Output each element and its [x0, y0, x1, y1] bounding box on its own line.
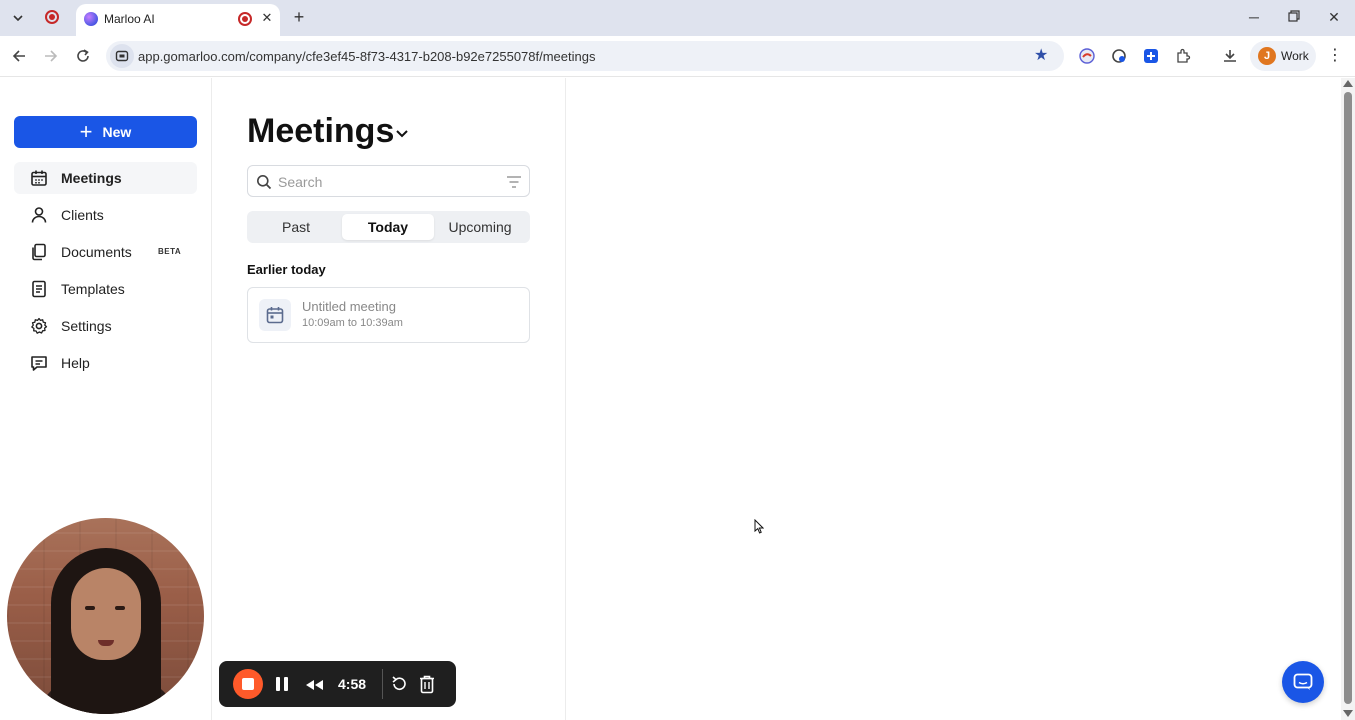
meetings-list-pane: Meetings Past Today Upcoming Earlier tod… [212, 78, 566, 720]
sidebar-item-templates[interactable]: Templates [14, 273, 197, 305]
extension-b-icon[interactable] [1109, 46, 1129, 66]
tab-recording-icon [238, 12, 252, 26]
person-icon [30, 206, 48, 224]
tab-today[interactable]: Today [342, 214, 434, 240]
sidebar-item-label: Settings [61, 318, 112, 334]
new-button-label: New [102, 124, 132, 140]
meeting-card[interactable]: Untitled meeting 10:09am to 10:39am [247, 287, 530, 343]
back-icon[interactable] [8, 45, 30, 67]
restore-icon[interactable] [1285, 8, 1303, 26]
template-icon [30, 280, 48, 298]
trash-icon[interactable] [418, 674, 436, 694]
minimize-icon[interactable]: ─ [1245, 8, 1263, 26]
plus-icon: + [79, 119, 93, 144]
downloads-icon[interactable] [1220, 46, 1240, 66]
browser-tabstrip: Marloo AI ✕ + ─ ✕ [0, 0, 1355, 36]
browser-tab[interactable]: Marloo AI ✕ [76, 4, 280, 36]
tab-title: Marloo AI [104, 12, 155, 26]
tab-search-dropdown-icon[interactable] [6, 6, 30, 30]
browser-menu-icon[interactable]: ⋮ [1327, 46, 1343, 66]
sidebar-item-documents[interactable]: Documents BETA [14, 236, 197, 268]
sidebar-item-help[interactable]: Help [14, 347, 197, 379]
sidebar-item-label: Clients [61, 207, 104, 223]
sidebar-item-label: Templates [61, 281, 125, 297]
pause-icon[interactable] [275, 676, 289, 692]
stop-icon [242, 678, 254, 690]
scroll-up-icon[interactable] [1343, 80, 1353, 87]
extension-c-icon[interactable] [1141, 46, 1161, 66]
support-chat-button[interactable] [1282, 661, 1324, 703]
extension-a-icon[interactable] [1077, 46, 1097, 66]
date-segmented-control: Past Today Upcoming [247, 211, 530, 243]
recorder-control-bar: 4:58 [219, 661, 456, 707]
profile-chip[interactable]: J Work [1250, 41, 1316, 71]
bookmark-star-icon[interactable]: ★ [1034, 45, 1048, 65]
stop-recording-button[interactable] [233, 669, 263, 699]
profile-avatar: J [1258, 47, 1276, 65]
page-scrollbar[interactable] [1341, 78, 1355, 720]
gear-icon [30, 317, 48, 335]
restart-icon[interactable] [390, 675, 408, 693]
tab-upcoming[interactable]: Upcoming [434, 214, 526, 240]
beta-badge: BETA [158, 247, 182, 256]
sidebar-item-label: Documents [61, 244, 132, 260]
chat-bubble-icon [30, 354, 48, 372]
scroll-down-icon[interactable] [1343, 710, 1353, 717]
meeting-calendar-icon [259, 299, 291, 331]
sidebar-item-label: Help [61, 355, 90, 371]
new-button[interactable]: + New [14, 116, 197, 148]
recorder-divider [382, 669, 383, 699]
recording-indicator-icon[interactable] [45, 10, 59, 24]
browser-toolbar: app.gomarloo.com/company/cfe3ef45-8f73-4… [0, 36, 1355, 77]
search-box[interactable] [247, 165, 530, 197]
close-window-icon[interactable]: ✕ [1325, 8, 1343, 26]
sidebar-item-label: Meetings [61, 170, 122, 186]
filter-icon[interactable] [506, 175, 522, 189]
url-text[interactable]: app.gomarloo.com/company/cfe3ef45-8f73-4… [138, 49, 595, 64]
page-title[interactable]: Meetings [247, 112, 394, 151]
chat-icon [1293, 673, 1313, 690]
meeting-detail-pane [566, 78, 1341, 720]
marloo-favicon-icon [84, 12, 98, 26]
documents-icon [30, 243, 48, 261]
search-icon [256, 174, 272, 190]
reload-icon[interactable] [72, 45, 94, 67]
forward-icon[interactable] [40, 45, 62, 67]
rewind-icon[interactable] [305, 678, 325, 690]
search-input[interactable] [278, 172, 498, 192]
section-label: Earlier today [247, 262, 326, 277]
meeting-time: 10:09am to 10:39am [302, 317, 403, 329]
tab-close-icon[interactable]: ✕ [259, 10, 275, 26]
calendar-icon [30, 169, 48, 187]
address-bar[interactable]: app.gomarloo.com/company/cfe3ef45-8f73-4… [106, 41, 1064, 71]
site-info-icon[interactable] [110, 44, 134, 68]
tab-past[interactable]: Past [250, 214, 342, 240]
new-tab-icon[interactable]: + [290, 8, 308, 26]
recording-timer: 4:58 [338, 676, 367, 692]
webcam-bubble[interactable] [7, 518, 204, 714]
profile-label: Work [1281, 49, 1309, 63]
mouse-cursor-icon [754, 518, 765, 535]
sidebar-item-clients[interactable]: Clients [14, 199, 197, 231]
chevron-down-icon[interactable] [395, 126, 409, 138]
sidebar-item-meetings[interactable]: Meetings [14, 162, 197, 194]
extensions-puzzle-icon[interactable] [1173, 46, 1193, 66]
scroll-thumb[interactable] [1344, 92, 1352, 704]
meeting-title: Untitled meeting [302, 299, 396, 314]
sidebar-item-settings[interactable]: Settings [14, 310, 197, 342]
